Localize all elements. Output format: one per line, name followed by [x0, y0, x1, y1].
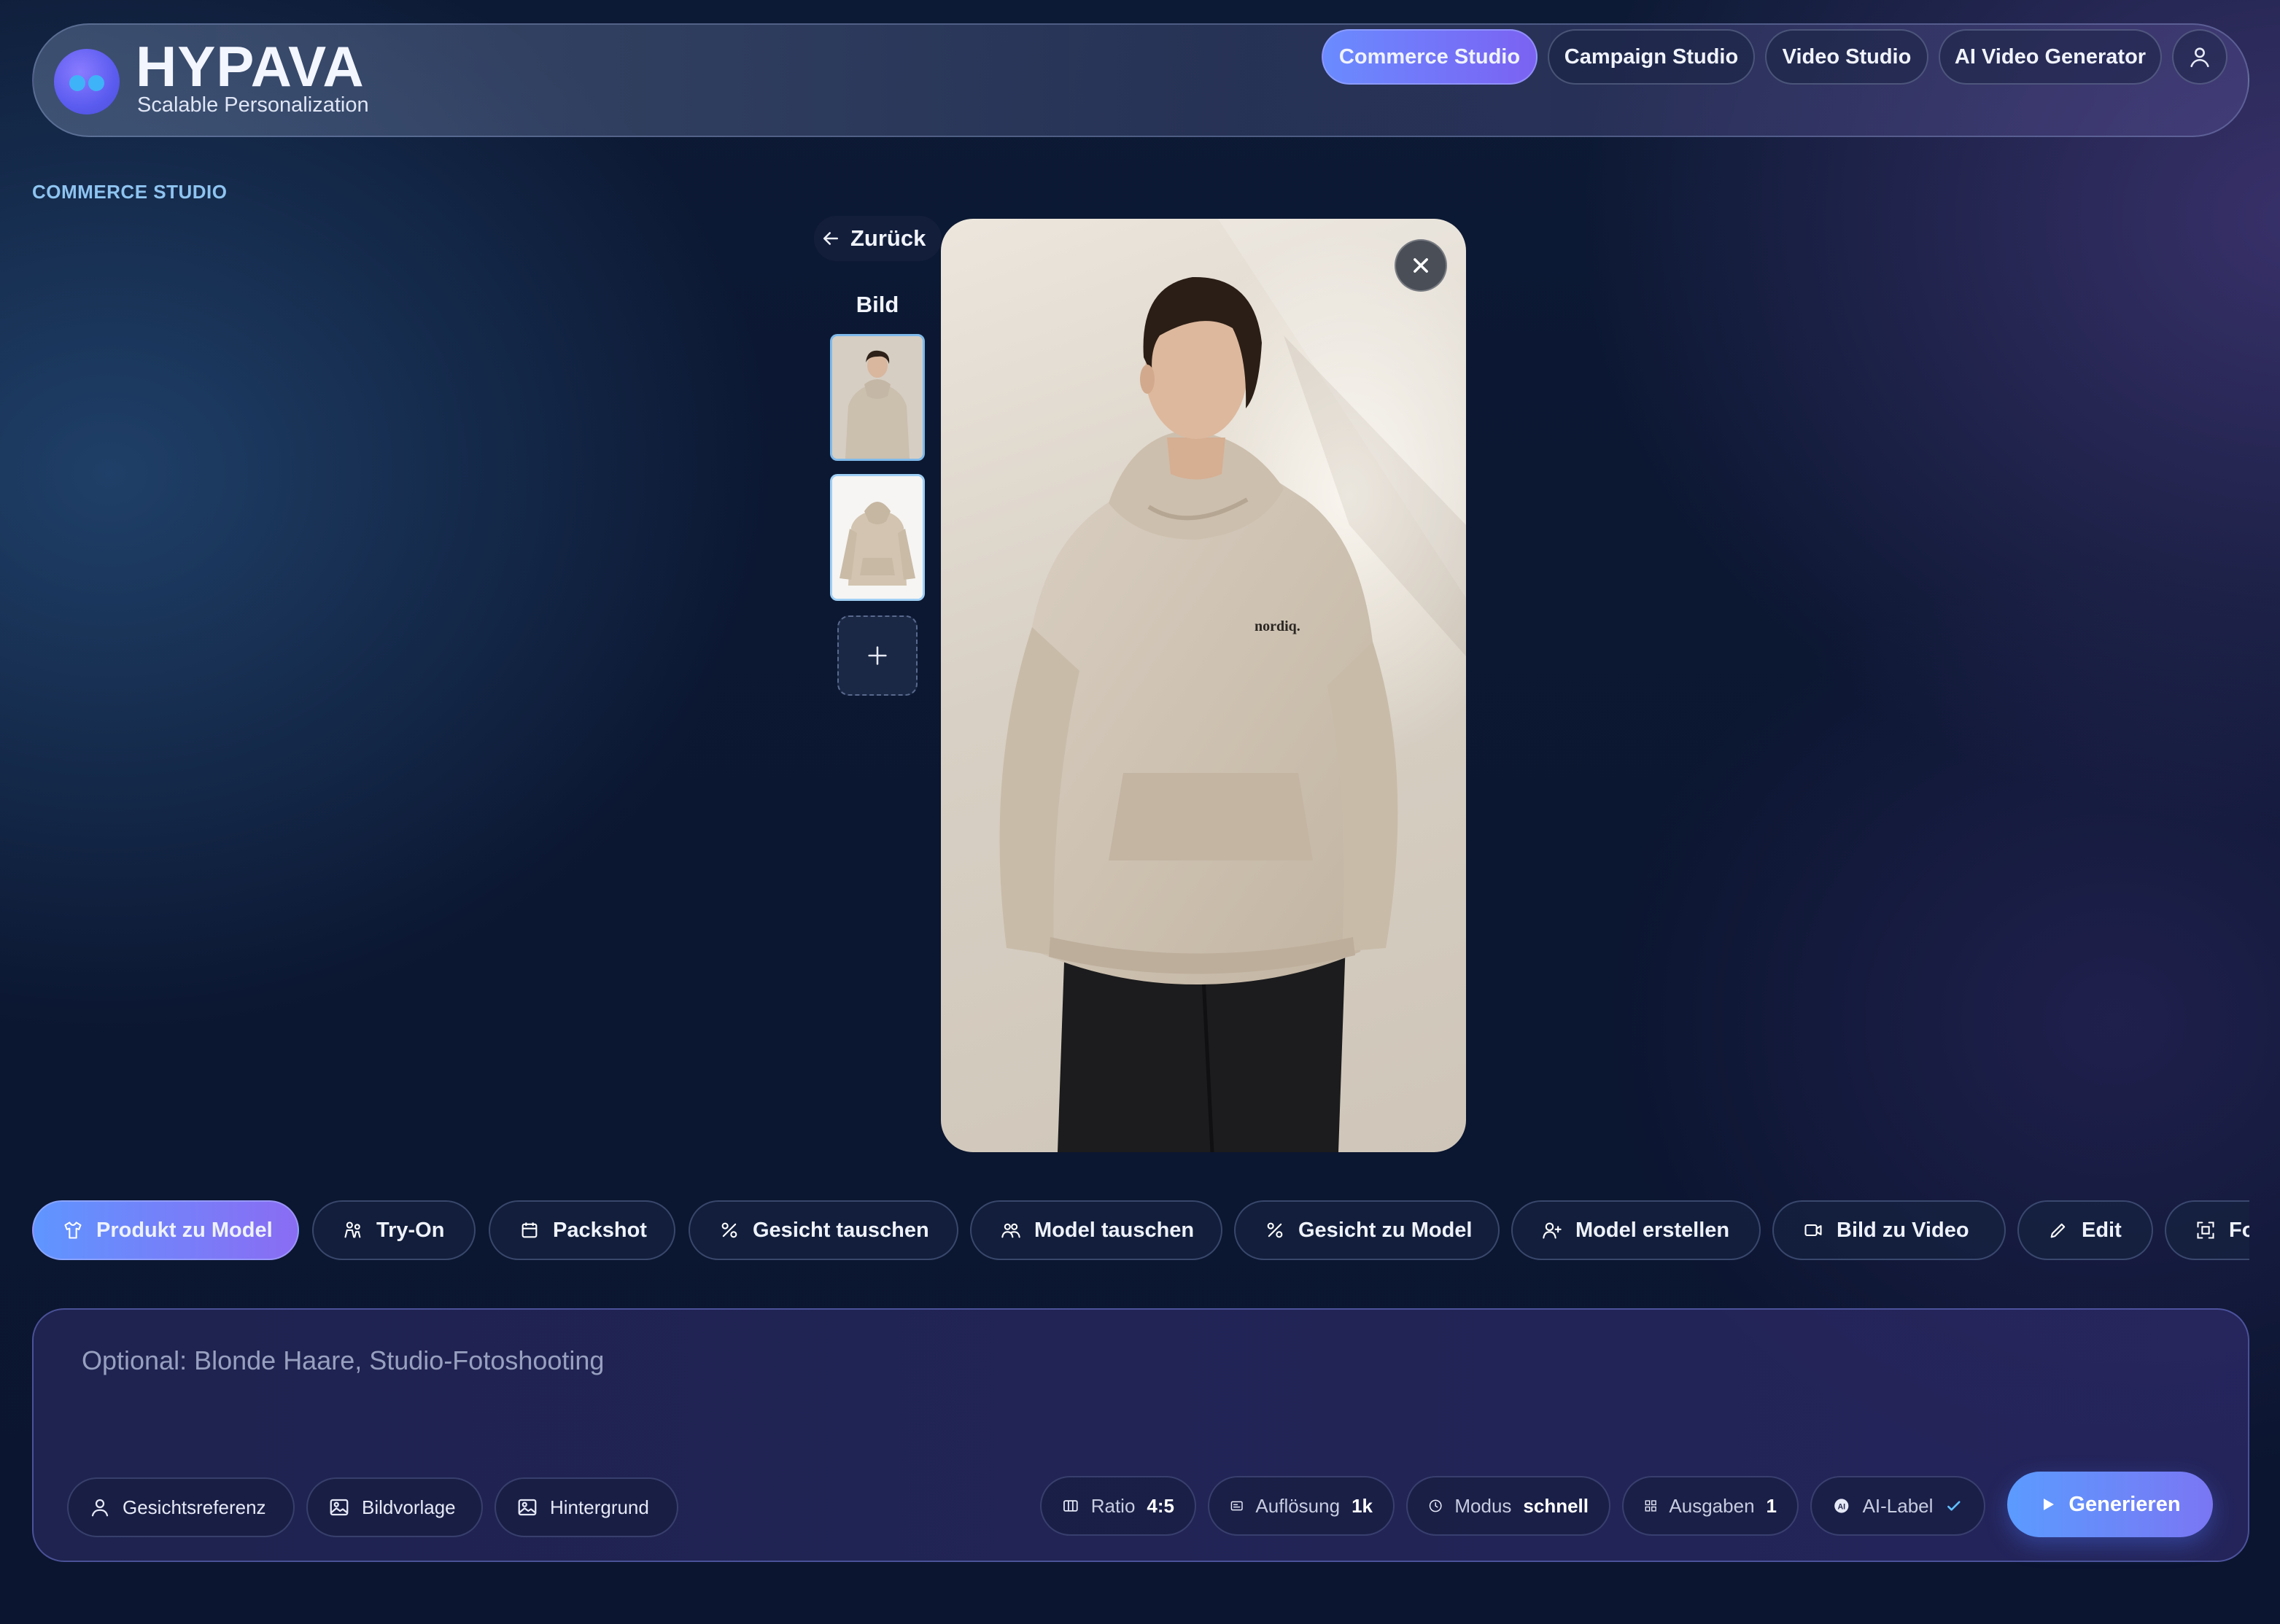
generate-button[interactable]: Generieren: [2007, 1472, 2213, 1537]
nav-label: Video Studio: [1782, 44, 1912, 69]
frame-icon: [2197, 1221, 2214, 1239]
section-label: COMMERCE STUDIO: [32, 181, 228, 203]
nav-label: Campaign Studio: [1564, 44, 1739, 69]
pencil-icon: [2050, 1223, 2066, 1238]
clock-icon: [1429, 1499, 1442, 1512]
back-button[interactable]: Zurück: [814, 216, 942, 261]
logo-icon: [54, 49, 120, 114]
mode-value: schnell: [1523, 1494, 1589, 1517]
tab-edit[interactable]: Edit: [2017, 1200, 2153, 1260]
user-plus-icon: [1543, 1222, 1562, 1239]
thumbnail-model-hoodie[interactable]: [830, 334, 925, 461]
tab-label: Packshot: [553, 1218, 647, 1242]
svg-text:AI: AI: [1837, 1502, 1845, 1511]
check-icon: [1947, 1501, 1961, 1511]
tab-gesicht-zu-model[interactable]: Gesicht zu Model: [1234, 1200, 1500, 1260]
user-icon: [2190, 47, 2209, 68]
chip-label: Bildvorlage: [362, 1496, 456, 1518]
user-icon: [91, 1499, 109, 1517]
tab-label: Produkt zu Model: [96, 1218, 273, 1242]
tab-packshot[interactable]: Packshot: [489, 1200, 675, 1260]
tab-label: Gesicht zu Model: [1298, 1218, 1473, 1242]
tab-label: Bild zu Video: [1837, 1218, 1969, 1242]
ai-label-text: AI-Label: [1862, 1494, 1934, 1517]
plus-icon: [868, 646, 887, 665]
hoodie-print-text: nordiq.: [1255, 618, 1300, 634]
tab-gesicht-tauschen[interactable]: Gesicht tauschen: [689, 1200, 958, 1260]
resolution-selector[interactable]: Auflösung 1k: [1208, 1476, 1395, 1536]
tool-tabs: Produkt zu Model Try-On Packshot Gesicht…: [32, 1200, 2249, 1262]
ratio-label: Ratio: [1090, 1494, 1136, 1517]
tab-model-tauschen[interactable]: Model tauschen: [970, 1200, 1222, 1260]
outputs-value: 1: [1766, 1494, 1777, 1517]
tab-format[interactable]: Format: [2165, 1200, 2249, 1260]
back-label: Zurück: [850, 225, 926, 251]
nav-label: Commerce Studio: [1338, 44, 1521, 69]
thumbnail-hoodie-packshot[interactable]: [830, 474, 925, 601]
tab-produkt-zu-model[interactable]: Produkt zu Model: [32, 1200, 299, 1260]
tab-try-on[interactable]: Try-On: [312, 1200, 476, 1260]
image-icon: [330, 1499, 349, 1516]
image-icon: [518, 1499, 537, 1516]
document-icon: [1230, 1501, 1243, 1511]
brand-tagline: Scalable Personalization: [137, 93, 369, 117]
people-icon: [344, 1221, 361, 1238]
tab-label: Model tauschen: [1034, 1218, 1195, 1242]
brand-name: HYPAVA: [136, 34, 365, 98]
percent-icon: [1267, 1222, 1283, 1238]
bildvorlage-button[interactable]: Bildvorlage: [306, 1477, 483, 1537]
ratio-value: 4:5: [1147, 1494, 1174, 1517]
ai-label-toggle[interactable]: AI AI-Label: [1810, 1476, 1985, 1536]
tab-label: Try-On: [376, 1218, 445, 1242]
nav-campaign-studio[interactable]: Campaign Studio: [1548, 29, 1755, 85]
tab-label: Model erstellen: [1575, 1218, 1730, 1242]
nav-label: AI Video Generator: [1954, 44, 2147, 69]
tab-label: Format: [2229, 1218, 2249, 1242]
outputs-label: Ausgaben: [1669, 1494, 1755, 1517]
tab-bild-zu-video[interactable]: Bild zu Video: [1772, 1200, 2006, 1260]
users-icon: [1001, 1223, 1020, 1238]
ai-badge-icon: AI: [1834, 1499, 1849, 1513]
chip-label: Gesichtsreferenz: [123, 1496, 266, 1518]
tab-label: Edit: [2082, 1218, 2122, 1242]
play-icon: [2044, 1499, 2055, 1510]
columns-icon: [1063, 1500, 1078, 1512]
gallery-title: Bild: [856, 292, 899, 317]
close-preview-button[interactable]: [1395, 239, 1447, 292]
grid-icon: [1645, 1500, 1656, 1512]
mode-label: Modus: [1454, 1494, 1512, 1517]
shirt-icon: [64, 1221, 82, 1239]
tab-model-erstellen[interactable]: Model erstellen: [1511, 1200, 1761, 1260]
preview-image: nordiq.: [941, 219, 1466, 1152]
video-icon: [1804, 1224, 1822, 1237]
add-image-button[interactable]: [837, 615, 918, 696]
nav-video-studio[interactable]: Video Studio: [1765, 29, 1928, 85]
ratio-selector[interactable]: Ratio 4:5: [1040, 1476, 1196, 1536]
resolution-label: Auflösung: [1255, 1494, 1341, 1517]
nav-commerce-studio[interactable]: Commerce Studio: [1322, 29, 1538, 85]
outputs-selector[interactable]: Ausgaben 1: [1622, 1476, 1799, 1536]
package-icon: [521, 1222, 538, 1238]
close-icon: [1414, 258, 1428, 273]
percent-icon: [721, 1222, 737, 1238]
user-account-button[interactable]: [2172, 29, 2227, 85]
hintergrund-button[interactable]: Hintergrund: [495, 1477, 678, 1537]
nav-ai-video-generator[interactable]: AI Video Generator: [1939, 29, 2162, 85]
gesichtsreferenz-button[interactable]: Gesichtsreferenz: [67, 1477, 295, 1537]
prompt-input[interactable]: [80, 1332, 2195, 1390]
tab-label: Gesicht tauschen: [753, 1218, 929, 1242]
generate-label: Generieren: [2068, 1492, 2181, 1516]
mode-selector[interactable]: Modus schnell: [1406, 1476, 1610, 1536]
arrow-left-icon: [823, 232, 838, 245]
chip-label: Hintergrund: [550, 1496, 649, 1518]
resolution-value: 1k: [1352, 1494, 1373, 1517]
